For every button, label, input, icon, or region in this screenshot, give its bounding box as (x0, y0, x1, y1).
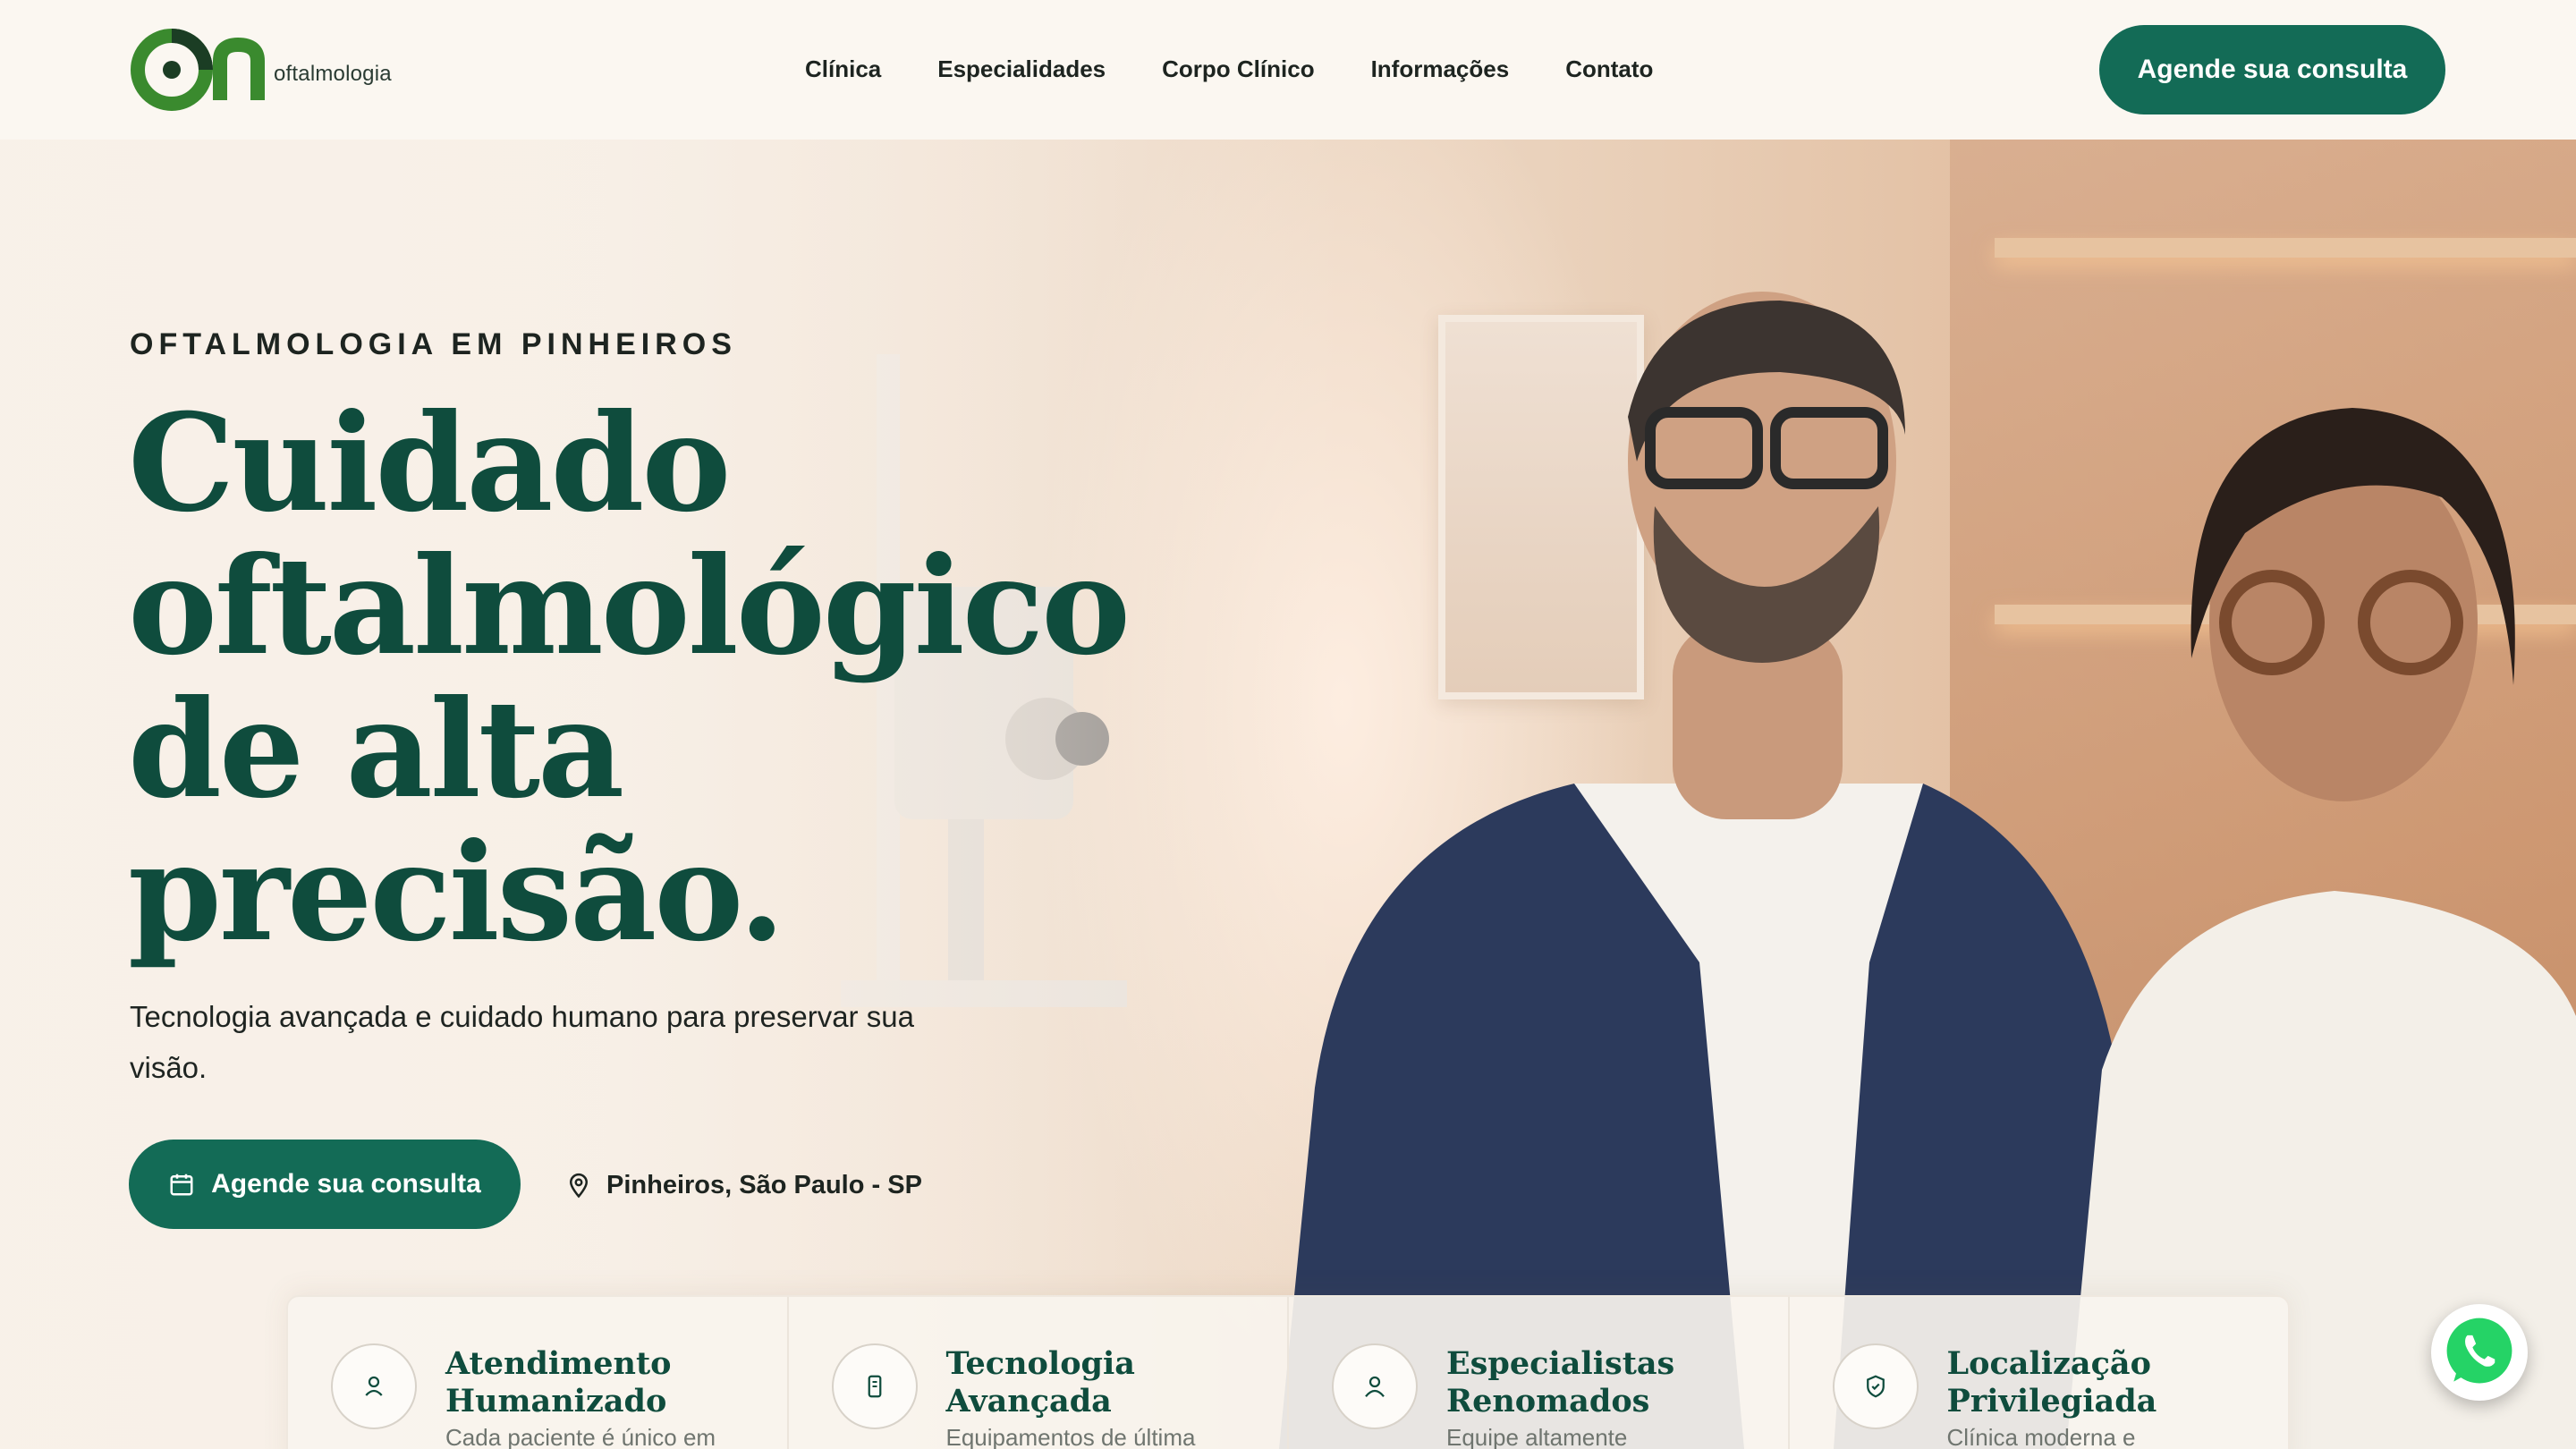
logo-text: oftalmologia (274, 62, 392, 86)
feature-card: Atendimento Humanizado Cada paciente é ú… (288, 1297, 789, 1449)
headline-line: oftalmológico (128, 528, 1131, 685)
feature-title: Atendimento Humanizado (445, 1345, 672, 1419)
nav-informacoes[interactable]: Informações (1371, 47, 1510, 91)
hero-cta-label: Agende sua consulta (211, 1169, 481, 1199)
feature-title: Localização Privilegiada (1946, 1345, 2157, 1419)
user-icon (331, 1343, 417, 1429)
map-pin-icon (569, 1173, 589, 1199)
calendar-icon (170, 1174, 193, 1196)
headline-line: de alta (128, 671, 624, 828)
doctors-photo (1279, 292, 2576, 1449)
hero-headline: Cuidado oftalmológico de alta precisão. (128, 392, 1201, 964)
feature-description: Clínica moderna e (1946, 1424, 2136, 1449)
device-icon (831, 1343, 918, 1429)
nav-especialidades[interactable]: Especialidades (937, 47, 1106, 91)
site-header: oftalmologia Clínica Especialidades Corp… (0, 0, 2576, 140)
person-icon (1332, 1343, 1418, 1429)
hero-book-appointment-button[interactable]: Agende sua consulta (129, 1140, 521, 1229)
logo[interactable]: oftalmologia (131, 25, 417, 114)
headline-line: precisão. (128, 814, 785, 971)
feature-card: Especialistas Renomados Equipe altamente (1289, 1297, 1790, 1449)
feature-description: Equipamentos de última (945, 1424, 1196, 1449)
feature-title: Especialistas Renomados (1446, 1345, 1675, 1419)
feature-description: Cada paciente é único em (445, 1424, 716, 1449)
whatsapp-button[interactable] (2431, 1304, 2528, 1401)
feature-description: Equipe altamente (1446, 1424, 1628, 1449)
main-nav: Clínica Especialidades Corpo Clínico Inf… (805, 47, 1653, 91)
shelf (1995, 238, 2576, 258)
nav-contato[interactable]: Contato (1565, 47, 1653, 91)
feature-card: Tecnologia Avançada Equipamentos de últi… (789, 1297, 1289, 1449)
feature-title: Tecnologia Avançada (945, 1345, 1136, 1419)
features-bar: Atendimento Humanizado Cada paciente é ú… (286, 1295, 2290, 1449)
header-book-appointment-button[interactable]: Agende sua consulta (2099, 25, 2445, 114)
hero-subtitle: Tecnologia avançada e cuidado humano par… (130, 1000, 914, 1084)
nav-corpo-clinico[interactable]: Corpo Clínico (1162, 47, 1314, 91)
whatsapp-icon (2446, 1318, 2512, 1384)
nav-clinica[interactable]: Clínica (805, 47, 881, 91)
headline-line: Cuidado (128, 385, 731, 542)
feature-card: Localização Privilegiada Clínica moderna… (1790, 1297, 2289, 1449)
hero-eyebrow: OFTALMOLOGIA EM PINHEIROS (130, 327, 737, 361)
location-info: Pinheiros, São Paulo - SP (565, 1163, 922, 1208)
shield-check-icon (1832, 1343, 1919, 1429)
logo-mark-icon (131, 29, 265, 111)
location-text: Pinheiros, São Paulo - SP (606, 1170, 922, 1199)
